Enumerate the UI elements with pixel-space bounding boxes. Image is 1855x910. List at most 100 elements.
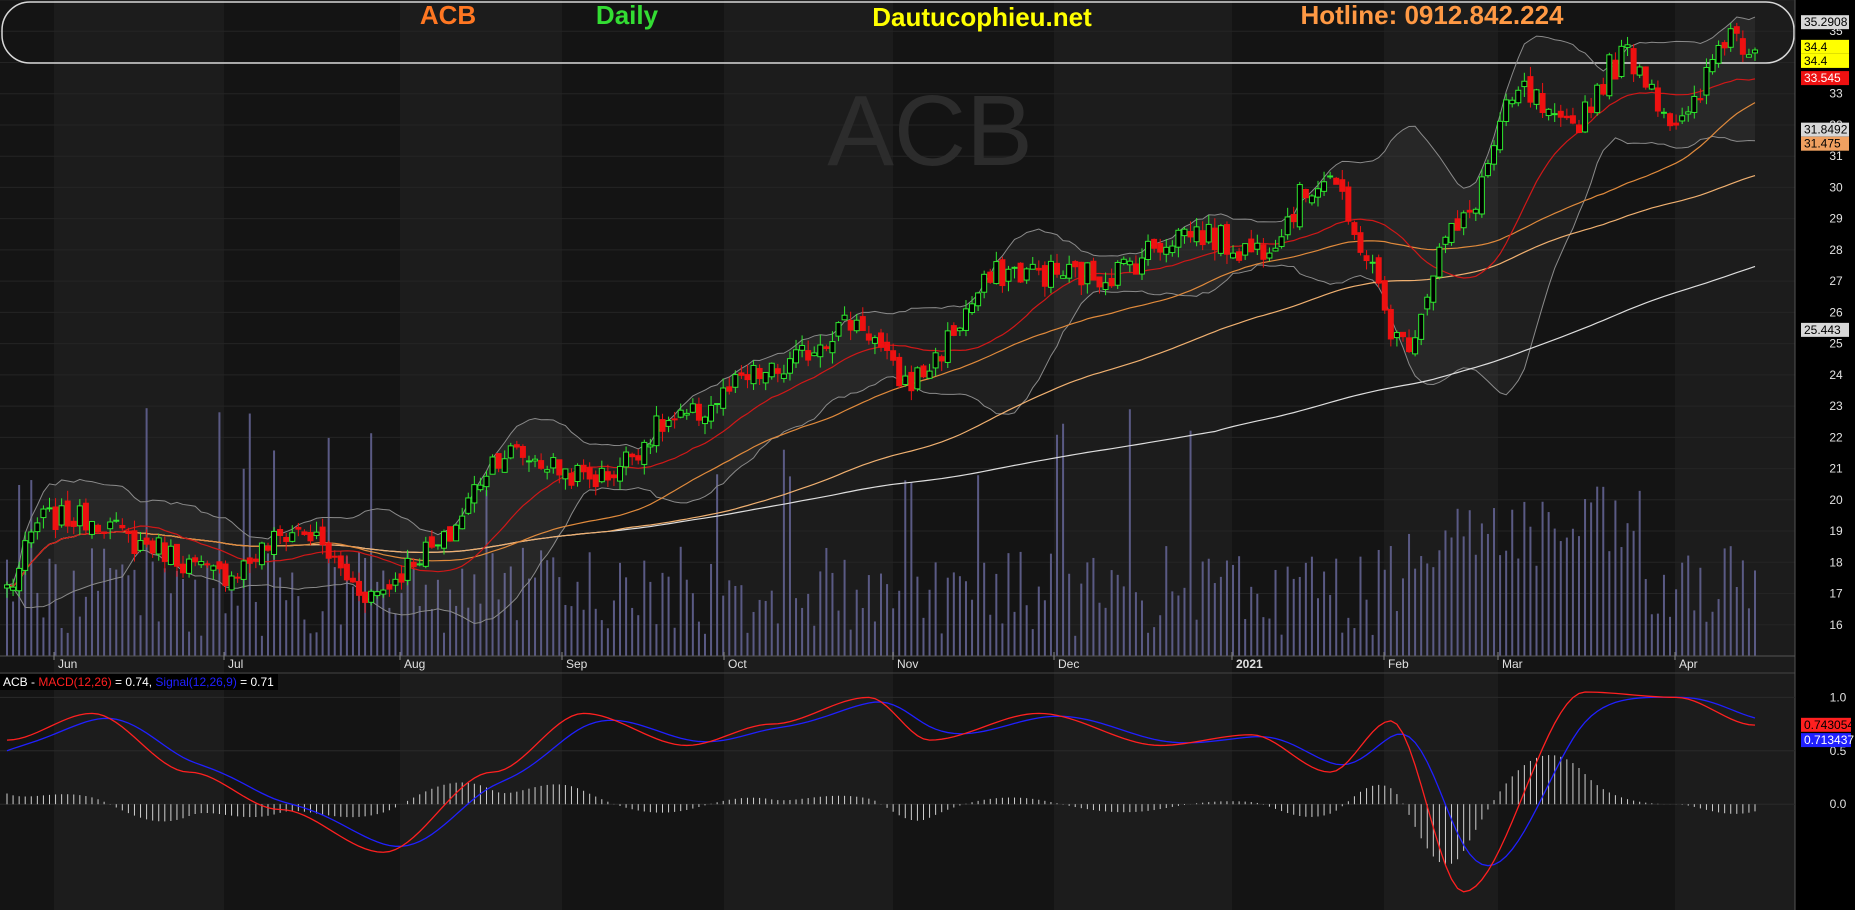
volume-bar	[1408, 533, 1411, 656]
month-label: Apr	[1679, 657, 1698, 671]
volume-bar	[661, 572, 664, 656]
candle-body	[1557, 110, 1564, 118]
volume-bar	[594, 608, 597, 656]
candle-body	[1369, 261, 1376, 264]
candle-body	[1648, 83, 1655, 90]
volume-bar	[1450, 537, 1453, 656]
volume-bar	[1571, 528, 1574, 656]
candle-body	[1660, 111, 1667, 114]
candle-body	[277, 528, 284, 536]
candle-body	[1363, 255, 1370, 262]
price-tick-label: 18	[1829, 555, 1843, 569]
candle-body	[859, 316, 866, 332]
candle-body	[1509, 99, 1516, 105]
volume-bar	[1426, 563, 1429, 656]
candle-body	[325, 542, 332, 559]
candle-body	[380, 589, 387, 595]
volume-bar	[837, 610, 840, 656]
candle-body	[46, 507, 53, 510]
candle-body	[1230, 252, 1237, 259]
candle-body	[1284, 216, 1291, 236]
candle-body	[829, 341, 836, 354]
candle-body	[1138, 257, 1145, 275]
volume-bar	[540, 550, 543, 656]
volume-bar	[1116, 574, 1119, 656]
volume-bar	[1681, 562, 1684, 656]
candle-body	[258, 542, 265, 566]
candle-body	[240, 560, 247, 580]
candle-body	[307, 531, 314, 542]
candle-body	[1430, 275, 1437, 303]
volume-bar	[1159, 615, 1162, 656]
candle-body	[774, 368, 781, 374]
candle-body	[950, 325, 957, 336]
candle-body	[975, 292, 982, 307]
candle-body	[337, 555, 344, 569]
price-tick-label: 23	[1829, 399, 1843, 413]
candle-body	[550, 457, 557, 469]
candle-body	[1236, 251, 1243, 261]
price-tick-label: 25	[1829, 337, 1843, 351]
volume-bar	[1638, 490, 1641, 656]
volume-bar	[163, 568, 166, 656]
candle-body	[1217, 225, 1224, 254]
candle-body	[410, 561, 417, 568]
volume-bar	[758, 599, 761, 656]
hotline-label: Hotline: 0912.842.224	[1300, 0, 1564, 30]
candle-body	[167, 545, 174, 566]
price-tick-label: 21	[1829, 462, 1843, 476]
candle-body	[732, 374, 739, 388]
candle-body	[519, 446, 526, 458]
candle-body	[1278, 236, 1285, 247]
candle-body	[586, 467, 593, 480]
volume-bar	[157, 621, 160, 656]
candle-body	[823, 346, 830, 349]
candle-body	[1023, 268, 1030, 281]
volume-bar	[1201, 561, 1204, 656]
candle-body	[714, 403, 721, 406]
volume-bar	[776, 623, 779, 656]
month-column	[0, 0, 54, 910]
volume-bar	[867, 575, 870, 656]
volume-bar	[564, 604, 567, 656]
volume-bar	[1553, 528, 1556, 656]
volume-bar	[1468, 510, 1471, 656]
candle-body	[271, 530, 278, 555]
volume-bar	[1377, 549, 1380, 656]
candle-body	[532, 458, 539, 462]
volume-bar	[1329, 594, 1332, 656]
candle-body	[101, 531, 108, 534]
volume-bar	[764, 600, 767, 656]
volume-bar	[515, 620, 518, 656]
volume-bar	[1013, 611, 1016, 656]
candle-body	[1679, 115, 1686, 122]
candle-body	[1612, 59, 1619, 80]
month-column	[1232, 0, 1384, 910]
watermark-symbol: ACB	[827, 75, 1033, 187]
volume-bar	[1747, 608, 1750, 656]
volume-bar	[995, 573, 998, 656]
volume-bar	[315, 632, 318, 656]
candle-body	[1691, 95, 1698, 113]
volume-bar	[892, 608, 895, 656]
volume-bar	[643, 560, 646, 656]
candle-body	[1472, 208, 1479, 214]
volume-bar	[1086, 562, 1089, 656]
candle-body	[70, 520, 77, 527]
candle-body	[1551, 113, 1558, 116]
volume-bar	[964, 581, 967, 656]
volume-bar	[655, 624, 658, 656]
candle-body	[1035, 267, 1042, 271]
candle-body	[198, 561, 205, 566]
price-tick-label: 30	[1829, 180, 1843, 194]
volume-bar	[1304, 562, 1307, 656]
candle-body	[289, 532, 296, 542]
volume-bar	[1687, 555, 1690, 656]
candle-body	[180, 563, 187, 574]
candle-body	[10, 586, 17, 591]
volume-bar	[1432, 567, 1435, 656]
candle-body	[76, 505, 83, 527]
volume-bar	[1347, 617, 1350, 656]
candle-body	[1223, 224, 1230, 255]
candle-body	[1308, 195, 1315, 204]
